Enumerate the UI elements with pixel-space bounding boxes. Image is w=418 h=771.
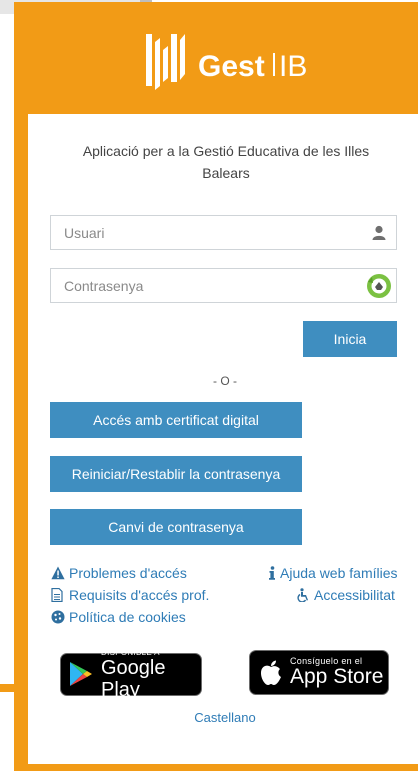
google-play-small-text: DISPONIBLE A — [101, 648, 160, 657]
accessibility-icon — [296, 588, 310, 602]
problems-link-label: Problemes d'accés — [69, 565, 187, 581]
requirements-link[interactable]: Requisits d'accés prof. — [51, 587, 209, 603]
help-families-link[interactable]: Ajuda web famílies — [268, 565, 398, 581]
password-field — [50, 268, 397, 303]
accessibility-link-label: Accessibilitat — [314, 587, 395, 603]
orange-divider — [0, 684, 30, 692]
user-icon — [362, 216, 396, 249]
cookie-icon — [51, 610, 65, 624]
username-input[interactable] — [51, 216, 362, 249]
problems-link[interactable]: Problemes d'accés — [51, 565, 187, 581]
password-input[interactable] — [51, 269, 362, 302]
logo-text-light: IB — [279, 50, 307, 83]
language-link-castellano[interactable]: Castellano — [170, 710, 280, 725]
accessibility-link[interactable]: Accessibilitat — [296, 587, 395, 603]
info-icon — [268, 566, 276, 580]
login-button[interactable]: Inicia — [303, 321, 397, 357]
cookies-link-label: Política de cookies — [69, 609, 186, 625]
app-store-badge[interactable]: Consíguelo en el App Store — [249, 650, 389, 695]
apple-icon — [260, 660, 282, 686]
help-families-link-label: Ajuda web famílies — [280, 565, 398, 581]
gestib-logo: Gest IB — [146, 30, 326, 94]
requirements-link-label: Requisits d'accés prof. — [69, 587, 210, 603]
logo-text-bold: Gest — [198, 50, 265, 83]
password-manager-icon[interactable] — [362, 269, 396, 302]
app-store-big-text: App Store — [290, 665, 384, 688]
google-play-icon — [69, 661, 93, 689]
username-field — [50, 215, 397, 250]
header-banner: Gest IB — [14, 6, 418, 112]
cookies-link[interactable]: Política de cookies — [51, 609, 186, 625]
google-play-big-text: Google Play — [101, 657, 166, 701]
warning-icon — [51, 566, 65, 580]
logo-stripes-icon: Gest IB — [146, 34, 307, 90]
certificate-login-button[interactable]: Accés amb certificat digital — [50, 402, 302, 438]
reset-password-button[interactable]: Reiniciar/Restablir la contrasenya — [50, 456, 302, 492]
document-icon — [51, 588, 65, 602]
change-password-button[interactable]: Canvi de contrasenya — [50, 509, 302, 545]
google-play-badge[interactable]: DISPONIBLE A Google Play — [60, 648, 202, 701]
or-separator: - O - — [213, 374, 237, 388]
app-subtitle: Aplicació per a la Gestió Educativa de l… — [82, 143, 370, 181]
